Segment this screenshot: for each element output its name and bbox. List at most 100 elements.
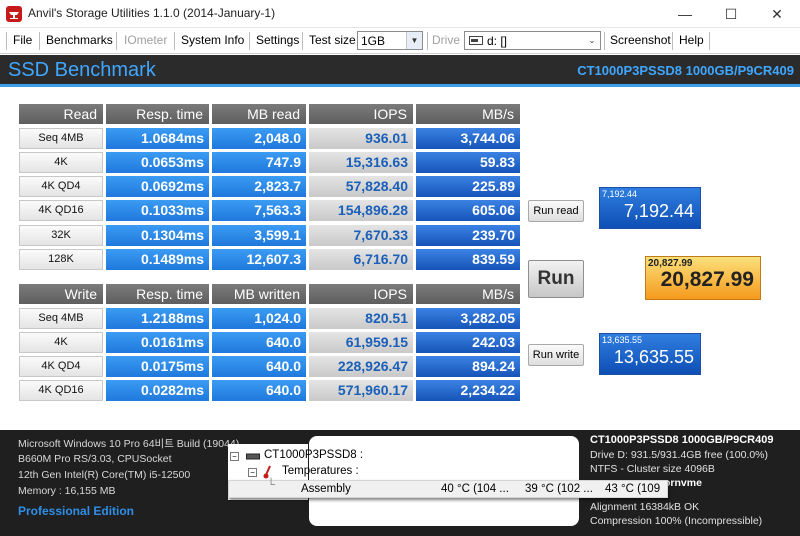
write-score-small: 13,635.55 [602, 335, 643, 345]
sensor-tree-popup: − CT1000P3PSSD8 : − Temperatures : └ Ass… [228, 444, 668, 504]
read-mbs: 839.59 [416, 249, 520, 270]
menu-bar: File Benchmarks IOmeter System Info Sett… [0, 28, 800, 54]
write-score: 13,635.55 13,635.55 [599, 333, 701, 375]
drive-icon [246, 453, 260, 460]
write-mbs: 894.24 [416, 356, 520, 377]
menu-separator [174, 32, 175, 50]
read-header-mb: MB read [212, 104, 306, 124]
read-mbs: 3,744.06 [416, 128, 520, 149]
chevron-down-icon[interactable]: ⌄ [584, 32, 600, 49]
read-row-label[interactable]: 32K [19, 225, 103, 246]
page-title: SSD Benchmark [8, 59, 156, 81]
write-header-mbs: MB/s [416, 284, 520, 304]
total-score-value: 20,827.99 [660, 268, 754, 291]
read-iops: 154,896.28 [309, 200, 413, 221]
menu-separator [249, 32, 250, 50]
read-resp-time: 0.0692ms [106, 176, 209, 197]
drive-select[interactable]: d: [] ⌄ [464, 31, 601, 50]
test-size-select[interactable]: 1GB ▼ [357, 31, 423, 50]
maximize-button[interactable]: ☐ [708, 0, 754, 28]
menu-separator [302, 32, 303, 50]
run-read-button[interactable]: Run read [528, 200, 584, 222]
write-mb: 640.0 [212, 380, 306, 401]
menu-screenshot[interactable]: Screenshot [610, 33, 671, 47]
chevron-down-icon[interactable]: ▼ [406, 32, 422, 49]
tree-connector: └ [267, 479, 276, 491]
benchmark-grid: Read Resp. time MB read IOPS MB/s Seq 4M… [0, 90, 800, 426]
write-header-label: Write [19, 284, 103, 304]
menu-file[interactable]: File [13, 33, 32, 47]
read-iops: 936.01 [309, 128, 413, 149]
write-header-resp: Resp. time [106, 284, 209, 304]
write-iops: 571,960.17 [309, 380, 413, 401]
menu-separator [709, 32, 710, 50]
write-row-label[interactable]: 4K [19, 332, 103, 353]
read-resp-time: 0.1304ms [106, 225, 209, 246]
read-mb: 2,048.0 [212, 128, 306, 149]
board-info: B660M Pro RS/3.03, CPUSocket [18, 453, 172, 465]
read-iops: 6,716.70 [309, 249, 413, 270]
read-header-label: Read [19, 104, 103, 124]
write-resp-time: 0.0282ms [106, 380, 209, 401]
read-iops: 57,828.40 [309, 176, 413, 197]
read-header-mbs: MB/s [416, 104, 520, 124]
read-mbs: 239.70 [416, 225, 520, 246]
menu-settings[interactable]: Settings [256, 33, 299, 47]
write-mb: 640.0 [212, 356, 306, 377]
collapse-icon[interactable]: − [248, 468, 257, 477]
menu-iometer[interactable]: IOmeter [124, 33, 167, 47]
menu-separator [6, 32, 7, 50]
close-button[interactable]: ✕ [754, 0, 800, 28]
write-resp-time: 0.0161ms [106, 332, 209, 353]
read-iops: 15,316.63 [309, 152, 413, 173]
title-bar: Anvil's Storage Utilities 1.1.0 (2014-Ja… [0, 0, 800, 28]
write-row-label[interactable]: Seq 4MB [19, 308, 103, 329]
menu-help[interactable]: Help [679, 33, 704, 47]
test-size-value: 1GB [361, 34, 386, 48]
run-button[interactable]: Run [528, 260, 584, 298]
menu-separator [39, 32, 40, 50]
edition-label: Professional Edition [18, 504, 135, 518]
tree-device-label: CT1000P3PSSD8 : [264, 449, 364, 461]
device-name: CT1000P3PSSD8 1000GB/P9CR409 [577, 63, 794, 78]
menu-benchmarks[interactable]: Benchmarks [46, 33, 113, 47]
test-size-label: Test size [309, 33, 356, 47]
read-mbs: 59.83 [416, 152, 520, 173]
read-resp-time: 1.0684ms [106, 128, 209, 149]
menu-separator [116, 32, 117, 50]
write-mb: 1,024.0 [212, 308, 306, 329]
cpu-info: 12th Gen Intel(R) Core(TM) i5-12500 [18, 469, 191, 481]
read-mbs: 225.89 [416, 176, 520, 197]
write-row-label[interactable]: 4K QD4 [19, 356, 103, 377]
write-iops: 61,959.15 [309, 332, 413, 353]
collapse-icon[interactable]: − [230, 452, 239, 461]
thermometer-icon [263, 465, 271, 479]
sensor-1-value: 40 °C (104 ... [441, 483, 509, 495]
read-resp-time: 0.1489ms [106, 249, 209, 270]
read-resp-time: 0.1033ms [106, 200, 209, 221]
read-mbs: 605.06 [416, 200, 520, 221]
menu-system-info[interactable]: System Info [181, 33, 244, 47]
read-row-label[interactable]: 4K [19, 152, 103, 173]
os-info: Microsoft Windows 10 Pro 64비트 Build (190… [18, 438, 240, 450]
read-mb: 7,563.3 [212, 200, 306, 221]
read-score: 7,192.44 7,192.44 [599, 187, 701, 229]
write-resp-time: 1.2188ms [106, 308, 209, 329]
read-row-label[interactable]: Seq 4MB [19, 128, 103, 149]
read-row-label[interactable]: 128K [19, 249, 103, 270]
read-row-label[interactable]: 4K QD4 [19, 176, 103, 197]
write-row-label[interactable]: 4K QD16 [19, 380, 103, 401]
read-iops: 7,670.33 [309, 225, 413, 246]
minimize-button[interactable]: — [662, 0, 708, 28]
read-header-iops: IOPS [309, 104, 413, 124]
sensor-2-value: 39 °C (102 ... [525, 483, 593, 495]
memory-info: Memory : 16,155 MB [18, 485, 116, 497]
drive-driver: ornvme [664, 477, 702, 489]
write-score-value: 13,635.55 [613, 347, 694, 367]
run-write-button[interactable]: Run write [528, 344, 584, 366]
read-row-label[interactable]: 4K QD16 [19, 200, 103, 221]
anvil-app-icon [6, 6, 22, 22]
read-score-small: 7,192.44 [602, 189, 638, 199]
tree-row-assembly[interactable]: └ Assembly 40 °C (104 ... 39 °C (102 ...… [228, 479, 668, 498]
total-score: 20,827.99 20,827.99 [645, 256, 761, 300]
